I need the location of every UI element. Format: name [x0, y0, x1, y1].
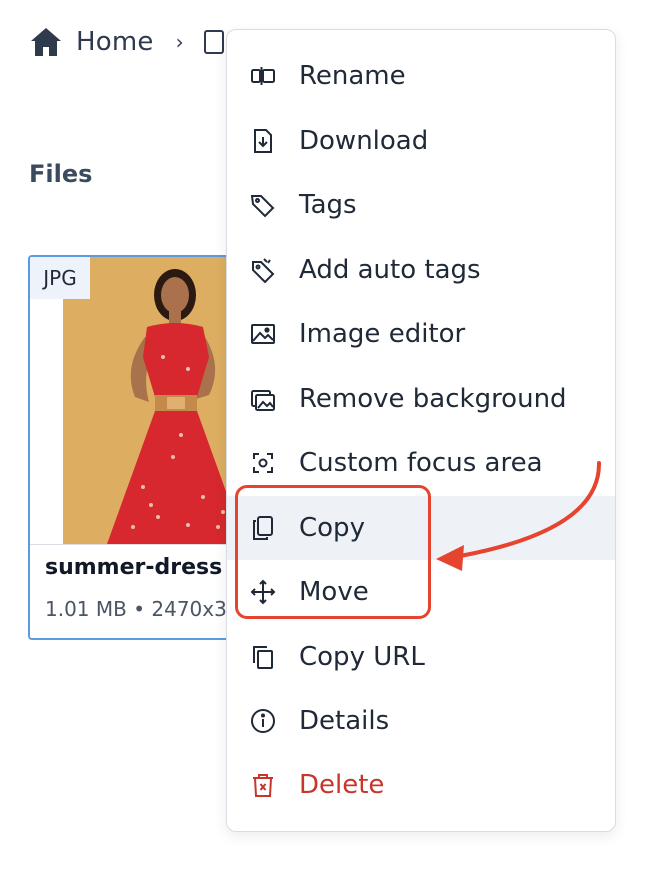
menu-item-download[interactable]: Download [227, 109, 615, 173]
menu-label: Rename [299, 61, 406, 91]
image-icon [249, 320, 277, 348]
menu-item-rename[interactable]: Rename [227, 44, 615, 108]
menu-item-details[interactable]: Details [227, 689, 615, 753]
info-icon [249, 707, 277, 735]
breadcrumb: Home › [28, 22, 224, 62]
card-divider [30, 544, 256, 545]
file-thumbnail[interactable]: JPG [30, 257, 256, 544]
annotation-highlight-box [235, 485, 431, 619]
menu-label: Add auto tags [299, 255, 481, 285]
file-type-badge: JPG [30, 257, 90, 299]
menu-item-delete[interactable]: Delete [227, 753, 615, 817]
rename-icon [249, 62, 277, 90]
home-icon[interactable] [28, 24, 64, 60]
file-meta: 1.01 MB • 2470x3 [45, 597, 227, 621]
files-section-title: Files [29, 160, 93, 188]
menu-item-image-editor[interactable]: Image editor [227, 302, 615, 366]
menu-label: Details [299, 706, 390, 736]
focus-area-icon [249, 449, 277, 477]
menu-label: Download [299, 126, 429, 156]
menu-label: Remove background [299, 384, 567, 414]
context-menu: Rename Download Tags Add auto tags Image… [226, 29, 616, 832]
auto-tag-icon [249, 256, 277, 284]
breadcrumb-home-link[interactable]: Home [76, 27, 154, 57]
menu-label: Image editor [299, 319, 466, 349]
menu-item-tags[interactable]: Tags [227, 173, 615, 237]
tag-icon [249, 191, 277, 219]
file-name[interactable]: summer-dress [45, 555, 222, 580]
copy-url-icon [249, 643, 277, 671]
menu-label: Custom focus area [299, 448, 543, 478]
breadcrumb-separator: › [175, 30, 184, 54]
download-icon [249, 127, 277, 155]
trash-icon [249, 771, 277, 799]
menu-item-copy-url[interactable]: Copy URL [227, 625, 615, 689]
menu-item-add-auto-tags[interactable]: Add auto tags [227, 238, 615, 302]
menu-item-remove-background[interactable]: Remove background [227, 367, 615, 431]
file-card[interactable]: JPG summer-dress 1.01 MB • 2470x3 [28, 255, 258, 640]
menu-label: Copy URL [299, 642, 425, 672]
menu-label: Delete [299, 770, 385, 800]
remove-background-icon [249, 385, 277, 413]
menu-label: Tags [299, 190, 357, 220]
folder-icon[interactable] [203, 30, 224, 54]
